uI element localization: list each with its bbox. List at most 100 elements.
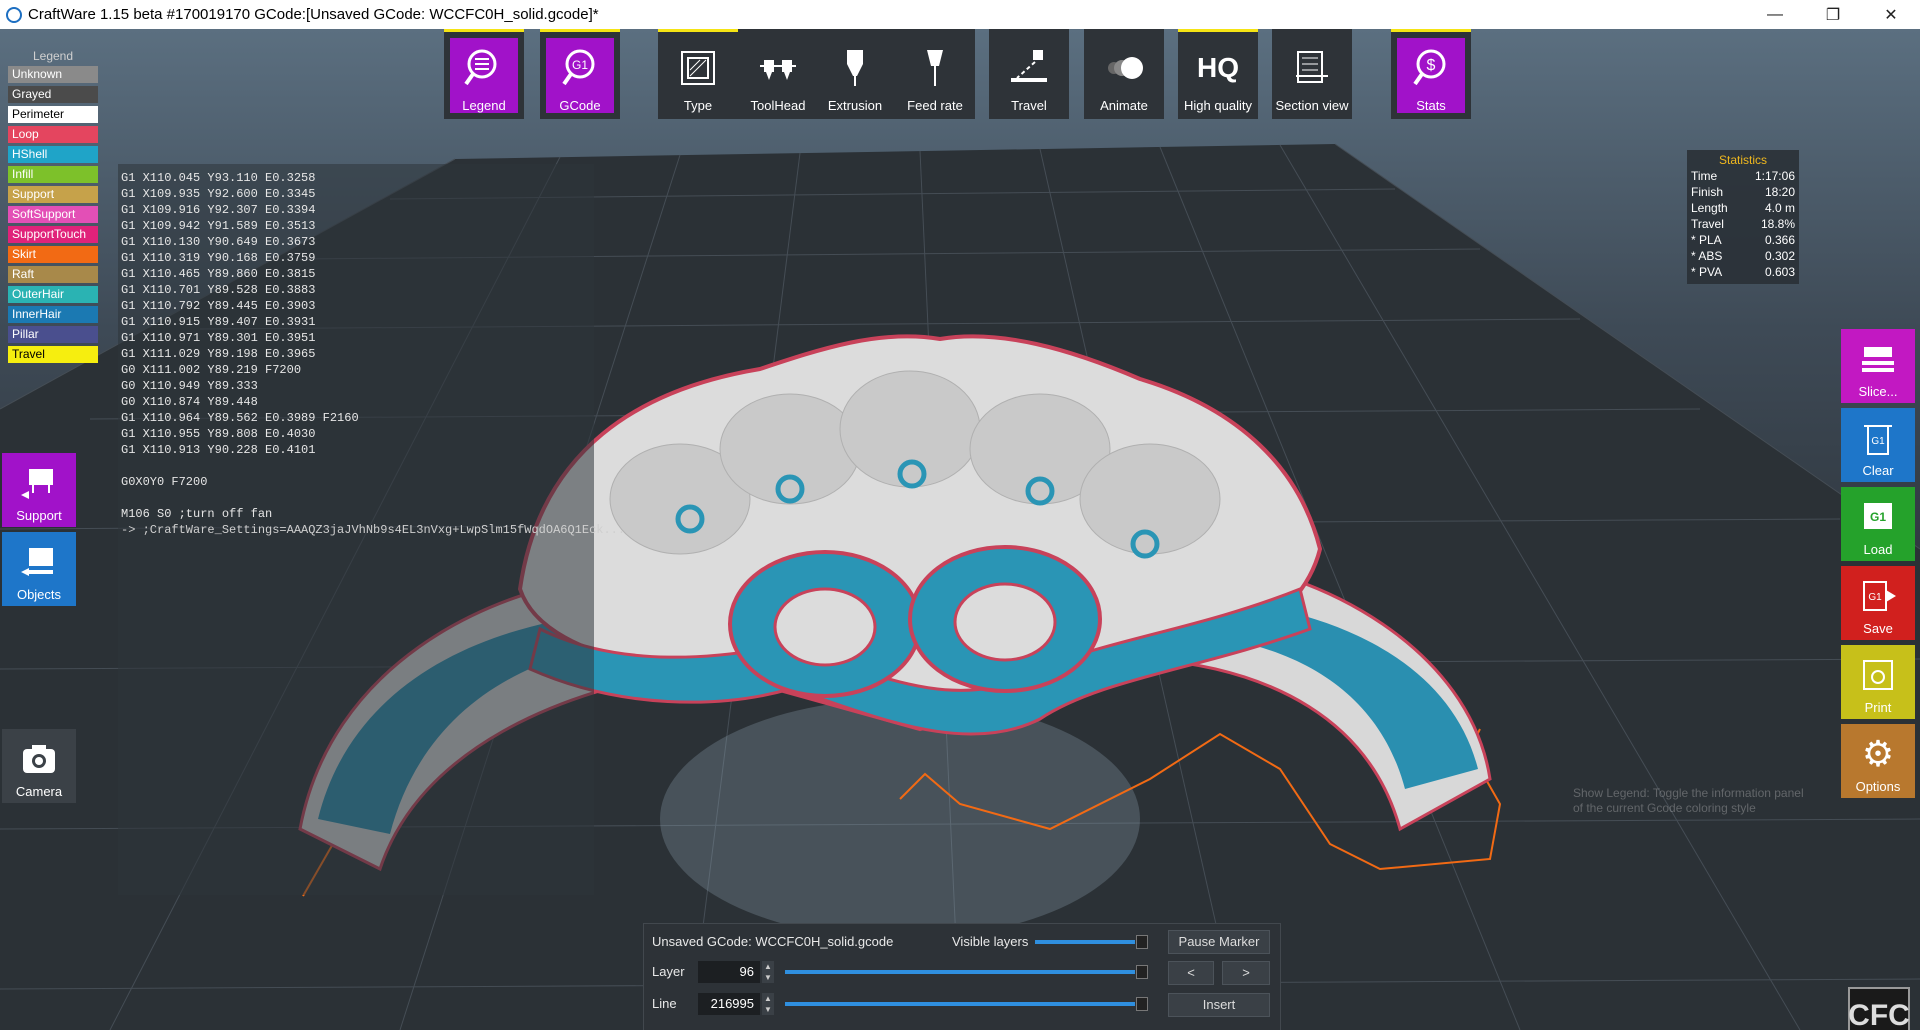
gcode-line: G0 X110.874 Y89.448 <box>121 395 258 409</box>
legend-header: Legend <box>32 49 74 63</box>
gcode-button[interactable]: G1 GCode <box>540 29 620 119</box>
toolhead-icon <box>738 46 818 90</box>
gcode-line: G1 X110.964 Y89.562 E0.3989 F2160 <box>121 411 359 425</box>
svg-text:G1: G1 <box>1868 592 1882 603</box>
load-gcode-icon: G1 <box>1841 497 1915 537</box>
nozzle-icon <box>815 46 895 90</box>
gcode-line: G1 X109.916 Y92.307 E0.3394 <box>121 203 316 217</box>
close-button[interactable]: ✕ <box>1862 0 1920 29</box>
gcode-line: G1 X110.319 Y90.168 E0.3759 <box>121 251 316 265</box>
stat-row: Travel 18.8% <box>1691 217 1795 231</box>
line-slider[interactable] <box>785 1002 1135 1006</box>
line-field[interactable]: 216995 <box>698 993 760 1015</box>
statistics-header: Statistics <box>1718 153 1767 167</box>
legend-item-support: Support <box>8 186 98 203</box>
title-bar: CraftWare 1.15 beta #170019170 GCode:[Un… <box>0 0 1920 29</box>
legend-item-supporttouch: SupportTouch <box>8 226 98 243</box>
type-button[interactable]: Type <box>658 29 738 119</box>
travel-button[interactable]: Travel <box>989 29 1069 119</box>
gcode-panel[interactable]: G1 X110.045 Y93.110 E0.3258 G1 X109.935 … <box>118 164 626 895</box>
load-button[interactable]: G1 Load <box>1841 487 1915 561</box>
clear-button[interactable]: G1 Clear <box>1841 408 1915 482</box>
slice-icon <box>1841 339 1915 379</box>
line-slider-handle[interactable] <box>1136 997 1148 1011</box>
window-title: CraftWare 1.15 beta #170019170 GCode:[Un… <box>28 6 599 23</box>
support-button[interactable]: Support <box>2 453 76 527</box>
magnifier-list-icon <box>444 46 524 90</box>
stat-row: Finish 18:20 <box>1691 185 1795 199</box>
prev-button[interactable]: < <box>1168 961 1214 985</box>
legend-item-grayed: Grayed <box>8 86 98 103</box>
line-label: Line <box>652 996 677 1011</box>
gcode-line: G0 X110.949 Y89.333 <box>121 379 258 393</box>
options-button[interactable]: ⚙ Options <box>1841 724 1915 798</box>
extrusion-button[interactable]: Extrusion <box>815 29 895 119</box>
gcode-line: G1 X110.913 Y90.228 E0.4101 <box>121 443 316 457</box>
next-button[interactable]: > <box>1222 961 1270 985</box>
gcode-line: G1 X109.935 Y92.600 E0.3345 <box>121 187 316 201</box>
layer-stepper[interactable]: ▲ ▼ <box>762 961 774 983</box>
high-quality-button[interactable]: HQ High quality <box>1178 29 1258 119</box>
gcode-line: G1 X109.942 Y91.589 E0.3513 <box>121 219 316 233</box>
slice-button[interactable]: Slice... <box>1841 329 1915 403</box>
legend-item-skirt: Skirt <box>8 246 98 263</box>
legend-item-unknown: Unknown <box>8 66 98 83</box>
layer-slider[interactable] <box>785 970 1135 974</box>
legend-item-loop: Loop <box>8 126 98 143</box>
legend-button[interactable]: Legend <box>444 29 524 119</box>
legend-panel: Legend Unknown Grayed Perimeter Loop HSh… <box>8 49 98 366</box>
cfc-logo: CFC <box>1848 987 1910 1030</box>
stat-row: * PVA 0.603 <box>1691 265 1795 279</box>
gcode-line-current: -> ;CraftWare_Settings=AAAQZ3jaJVhNb9s4E… <box>121 523 626 537</box>
minimize-button[interactable]: — <box>1746 0 1804 29</box>
legend-item-travel: Travel <box>8 346 98 363</box>
svg-text:G1: G1 <box>1871 436 1885 447</box>
legend-item-outerhair: OuterHair <box>8 286 98 303</box>
stat-row: Length 4.0 m <box>1691 201 1795 215</box>
visible-layers-handle[interactable] <box>1136 935 1148 949</box>
animate-button[interactable]: Animate <box>1084 29 1164 119</box>
save-button[interactable]: G1 Save <box>1841 566 1915 640</box>
gcode-line: G1 X110.971 Y89.301 E0.3951 <box>121 331 316 345</box>
camera-button[interactable]: Camera <box>2 729 76 803</box>
objects-icon <box>2 542 76 582</box>
stat-row: * PLA 0.366 <box>1691 233 1795 247</box>
visible-layers-slider[interactable] <box>1035 940 1135 944</box>
stat-row: Time 1:17:06 <box>1691 169 1795 183</box>
3d-viewport[interactable]: Legend Unknown Grayed Perimeter Loop HSh… <box>0 29 1920 1030</box>
stats-button[interactable]: $ Stats <box>1391 29 1471 119</box>
insert-button[interactable]: Insert <box>1168 993 1270 1017</box>
gcode-line: G1 X110.792 Y89.445 E0.3903 <box>121 299 316 313</box>
line-stepper[interactable]: ▲ ▼ <box>762 993 774 1015</box>
objects-button[interactable]: Objects <box>2 532 76 606</box>
layer-control-panel: Unsaved GCode: WCCFC0H_solid.gcode Visib… <box>643 923 1281 1030</box>
tooltip-hint: Show Legend: Toggle the information pane… <box>1573 786 1804 815</box>
animate-ball-icon <box>1084 46 1164 90</box>
gcode-filename: Unsaved GCode: WCCFC0H_solid.gcode <box>652 934 894 949</box>
gcode-line <box>118 490 594 506</box>
section-layers-icon <box>1272 46 1352 90</box>
maximize-button[interactable]: ❐ <box>1804 0 1862 29</box>
pause-marker-button[interactable]: Pause Marker <box>1168 930 1270 954</box>
layer-slider-handle[interactable] <box>1136 965 1148 979</box>
visible-layers-label: Visible layers <box>952 934 1029 949</box>
gcode-line: G0 X111.002 Y89.219 F7200 <box>121 363 302 377</box>
legend-item-infill: Infill <box>8 166 98 183</box>
print-button[interactable]: Print <box>1841 645 1915 719</box>
svg-text:G1: G1 <box>572 58 588 72</box>
svg-text:G1: G1 <box>1870 510 1886 524</box>
app-icon <box>6 6 22 23</box>
travel-path-icon <box>989 46 1069 90</box>
section-view-button[interactable]: Section view <box>1272 29 1352 119</box>
magnifier-dollar-icon: $ <box>1391 46 1471 90</box>
support-icon <box>2 463 76 503</box>
toolhead-button[interactable]: ToolHead <box>738 29 818 119</box>
gcode-line <box>118 458 594 474</box>
gear-icon: ⚙ <box>1861 733 1895 774</box>
print-icon <box>1841 655 1915 695</box>
gcode-line: G1 X110.955 Y89.808 E0.4030 <box>121 427 316 441</box>
type-pattern-icon <box>658 46 738 90</box>
layer-field[interactable]: 96 <box>698 961 760 983</box>
legend-item-pillar: Pillar <box>8 326 98 343</box>
feedrate-button[interactable]: Feed rate <box>895 29 975 119</box>
